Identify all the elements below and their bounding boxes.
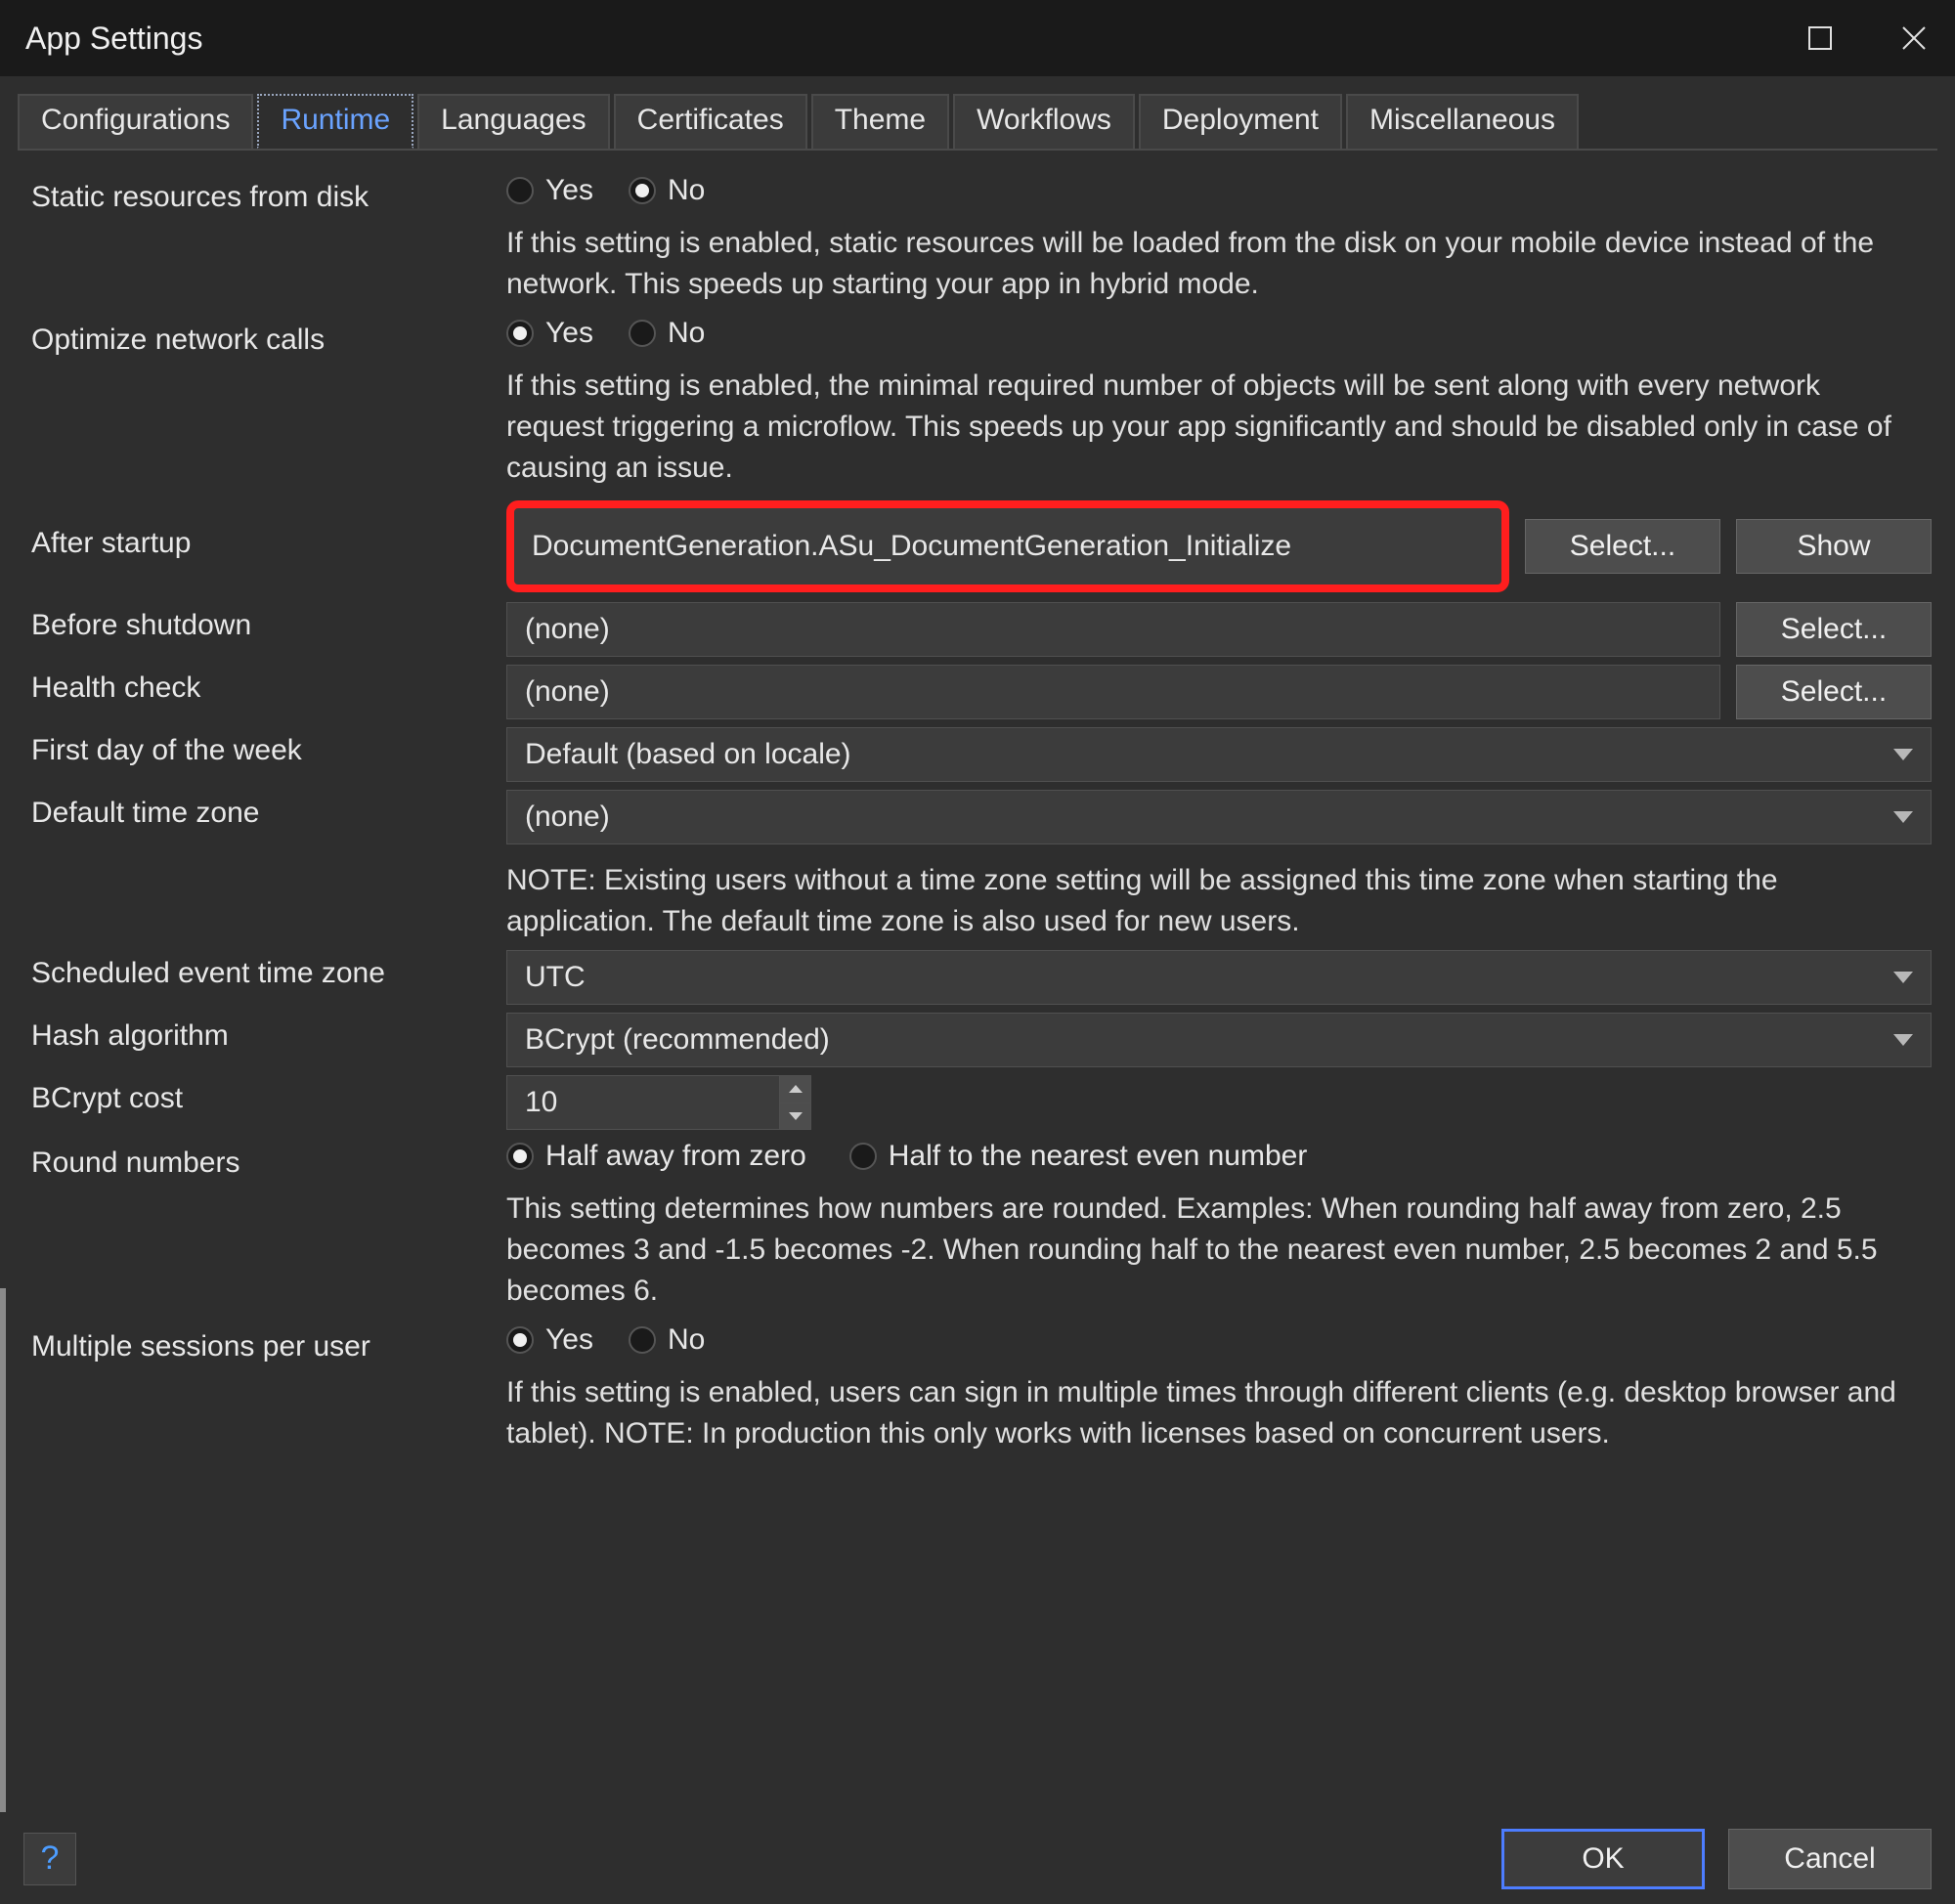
chevron-down-icon (1893, 1034, 1913, 1046)
sched-tz-select[interactable]: UTC (506, 950, 1932, 1005)
hash-algo-value: BCrypt (recommended) (525, 1023, 830, 1057)
bcrypt-cost-spinner[interactable]: 10 (506, 1075, 811, 1130)
static-resources-yes-radio[interactable]: Yes (506, 174, 593, 207)
tab-runtime[interactable]: Runtime (257, 94, 413, 149)
before-shutdown-select-button[interactable]: Select... (1736, 602, 1932, 657)
optimize-network-desc: If this setting is enabled, the minimal … (506, 366, 1932, 489)
optimize-network-no-radio[interactable]: No (629, 317, 705, 350)
round-half-away-radio[interactable]: Half away from zero (506, 1140, 806, 1173)
optimize-network-radio-group: Yes No (506, 317, 705, 350)
cancel-button[interactable]: Cancel (1728, 1829, 1932, 1889)
health-check-label: Health check (31, 665, 489, 706)
default-tz-desc: NOTE: Existing users without a time zone… (506, 860, 1932, 942)
chevron-down-icon (1893, 749, 1913, 760)
tab-miscellaneous[interactable]: Miscellaneous (1346, 94, 1579, 149)
first-day-value: Default (based on locale) (525, 738, 851, 771)
chevron-down-icon (1893, 811, 1913, 823)
hash-algo-label: Hash algorithm (31, 1013, 489, 1054)
dialog-footer: ? OK Cancel (0, 1812, 1955, 1904)
round-numbers-desc: This setting determines how numbers are … (506, 1189, 1932, 1312)
help-icon: ? (41, 1839, 60, 1878)
after-startup-field[interactable]: DocumentGeneration.ASu_DocumentGeneratio… (506, 500, 1509, 592)
tab-certificates[interactable]: Certificates (614, 94, 807, 149)
spinner-down-button[interactable] (780, 1103, 810, 1130)
radio-label: No (668, 1323, 705, 1357)
sched-tz-label: Scheduled event time zone (31, 950, 489, 991)
radio-label: Half to the nearest even number (889, 1140, 1308, 1173)
tab-languages[interactable]: Languages (417, 94, 609, 149)
runtime-settings-panel: Static resources from disk Yes No If thi… (0, 151, 1955, 1793)
round-numbers-label: Round numbers (31, 1140, 489, 1181)
default-tz-value: (none) (525, 801, 610, 834)
round-numbers-radio-group: Half away from zero Half to the nearest … (506, 1140, 1307, 1173)
health-check-field[interactable]: (none) (506, 665, 1720, 719)
multi-sessions-radio-group: Yes No (506, 1323, 705, 1357)
static-resources-label: Static resources from disk (31, 174, 489, 215)
static-resources-desc: If this setting is enabled, static resou… (506, 223, 1932, 305)
chevron-down-icon (1893, 972, 1913, 983)
health-check-select-button[interactable]: Select... (1736, 665, 1932, 719)
radio-label: No (668, 174, 705, 207)
radio-label: Yes (545, 1323, 593, 1357)
static-resources-radio-group: Yes No (506, 174, 705, 207)
radio-label: Yes (545, 174, 593, 207)
tab-configurations[interactable]: Configurations (18, 94, 253, 149)
spinner-up-button[interactable] (780, 1076, 810, 1103)
close-button[interactable] (1890, 15, 1937, 62)
first-day-select[interactable]: Default (based on locale) (506, 727, 1932, 782)
window-controls (1797, 15, 1937, 62)
optimize-network-yes-radio[interactable]: Yes (506, 317, 593, 350)
after-startup-label: After startup (31, 500, 489, 561)
tab-theme[interactable]: Theme (811, 94, 949, 149)
before-shutdown-field[interactable]: (none) (506, 602, 1720, 657)
multi-sessions-no-radio[interactable]: No (629, 1323, 705, 1357)
radio-label: Yes (545, 317, 593, 350)
maximize-button[interactable] (1797, 15, 1844, 62)
static-resources-no-radio[interactable]: No (629, 174, 705, 207)
first-day-label: First day of the week (31, 727, 489, 768)
radio-label: Half away from zero (545, 1140, 806, 1173)
help-button[interactable]: ? (23, 1833, 76, 1885)
health-check-value: (none) (525, 675, 610, 709)
bcrypt-cost-value: 10 (525, 1086, 557, 1119)
window-title: App Settings (25, 21, 1797, 57)
tab-workflows[interactable]: Workflows (953, 94, 1135, 149)
after-startup-value: DocumentGeneration.ASu_DocumentGeneratio… (532, 530, 1291, 563)
before-shutdown-label: Before shutdown (31, 602, 489, 643)
optimize-network-label: Optimize network calls (31, 317, 489, 358)
scrollbar-edge (0, 1288, 6, 1894)
multi-sessions-desc: If this setting is enabled, users can si… (506, 1372, 1932, 1454)
default-tz-label: Default time zone (31, 790, 489, 831)
multi-sessions-yes-radio[interactable]: Yes (506, 1323, 593, 1357)
multi-sessions-label: Multiple sessions per user (31, 1323, 489, 1364)
default-tz-select[interactable]: (none) (506, 790, 1932, 844)
after-startup-show-button[interactable]: Show (1736, 519, 1932, 574)
tabstrip: Configurations Runtime Languages Certifi… (0, 76, 1955, 149)
before-shutdown-value: (none) (525, 613, 610, 646)
sched-tz-value: UTC (525, 961, 586, 994)
hash-algo-select[interactable]: BCrypt (recommended) (506, 1013, 1932, 1067)
after-startup-select-button[interactable]: Select... (1525, 519, 1720, 574)
ok-button[interactable]: OK (1501, 1829, 1705, 1889)
tab-deployment[interactable]: Deployment (1139, 94, 1342, 149)
round-half-even-radio[interactable]: Half to the nearest even number (849, 1140, 1308, 1173)
bcrypt-cost-label: BCrypt cost (31, 1075, 489, 1116)
radio-label: No (668, 317, 705, 350)
titlebar: App Settings (0, 0, 1955, 76)
